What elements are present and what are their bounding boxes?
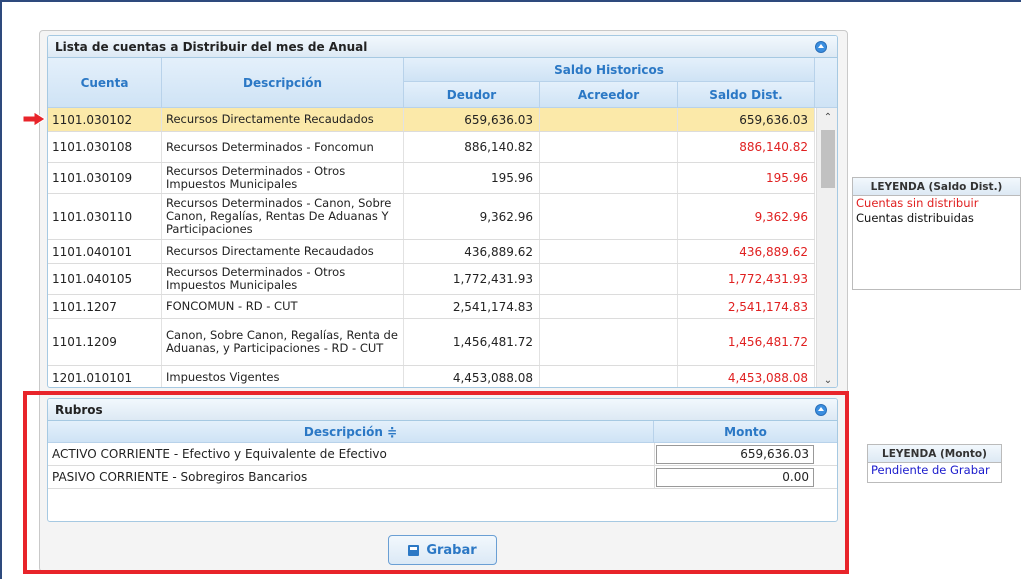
scroll-up-icon[interactable]: ⌃ bbox=[822, 112, 834, 124]
deudor-cell: 659,636.03 bbox=[404, 108, 540, 131]
descripcion-cell: Recursos Directamente Recaudados bbox=[162, 108, 404, 131]
acreedor-cell bbox=[540, 295, 678, 318]
cuentas-panel-title: Lista de cuentas a Distribuir del mes de… bbox=[55, 40, 368, 54]
cuenta-cell: 1201.010101 bbox=[48, 366, 162, 387]
annotation-highlight-box bbox=[23, 391, 849, 574]
acreedor-cell bbox=[540, 132, 678, 162]
descripcion-cell: Recursos Directamente Recaudados bbox=[162, 240, 404, 263]
saldo-dist-cell: 886,140.82 bbox=[678, 132, 815, 162]
col-header-deudor[interactable]: Deudor bbox=[404, 82, 540, 108]
descripcion-cell: Recursos Determinados - Canon, Sobre Can… bbox=[162, 194, 404, 239]
legend-item-sin-distribuir: Cuentas sin distribuir bbox=[856, 196, 979, 210]
legend-saldo-title: LEYENDA (Saldo Dist.) bbox=[853, 178, 1020, 196]
scrollbar-thumb[interactable] bbox=[821, 130, 835, 188]
saldo-dist-cell: 659,636.03 bbox=[678, 108, 815, 131]
cuenta-cell: 1101.040105 bbox=[48, 264, 162, 294]
legend-monto-title: LEYENDA (Monto) bbox=[868, 445, 1001, 463]
deudor-cell: 1,772,431.93 bbox=[404, 264, 540, 294]
deudor-cell: 1,456,481.72 bbox=[404, 319, 540, 365]
cuentas-panel: Lista de cuentas a Distribuir del mes de… bbox=[47, 35, 838, 388]
acreedor-cell bbox=[540, 240, 678, 263]
acreedor-cell bbox=[540, 264, 678, 294]
acreedor-cell bbox=[540, 108, 678, 131]
cuenta-cell: 1101.030110 bbox=[48, 194, 162, 239]
table-row[interactable]: 1101.030109 Recursos Determinados - Otro… bbox=[48, 163, 815, 194]
cuenta-cell: 1101.030102 bbox=[48, 108, 162, 131]
deudor-cell: 886,140.82 bbox=[404, 132, 540, 162]
table-row[interactable]: 1101.1207 FONCOMUN - RD - CUT 2,541,174.… bbox=[48, 295, 815, 319]
deudor-cell: 195.96 bbox=[404, 163, 540, 193]
acreedor-cell bbox=[540, 194, 678, 239]
table-row[interactable]: 1101.030102 Recursos Directamente Recaud… bbox=[48, 108, 815, 132]
cuenta-cell: 1101.030108 bbox=[48, 132, 162, 162]
cuenta-cell: 1101.1209 bbox=[48, 319, 162, 365]
table-row[interactable]: 1101.1209 Canon, Sobre Canon, Regalías, … bbox=[48, 319, 815, 366]
deudor-cell: 4,453,088.08 bbox=[404, 366, 540, 387]
saldo-dist-cell: 2,541,174.83 bbox=[678, 295, 815, 318]
saldo-dist-cell: 436,889.62 bbox=[678, 240, 815, 263]
selected-row-arrow-icon bbox=[22, 112, 46, 126]
table-row[interactable]: 1101.030110 Recursos Determinados - Cano… bbox=[48, 194, 815, 240]
saldo-dist-cell: 9,362.96 bbox=[678, 194, 815, 239]
deudor-cell: 9,362.96 bbox=[404, 194, 540, 239]
acreedor-cell bbox=[540, 163, 678, 193]
table-scrollbar[interactable]: ⌃ ⌄ bbox=[816, 108, 837, 387]
saldo-dist-cell: 1,456,481.72 bbox=[678, 319, 815, 365]
saldo-dist-cell: 4,453,088.08 bbox=[678, 366, 815, 387]
collapse-icon[interactable] bbox=[815, 41, 827, 53]
table-row[interactable]: 1101.040101 Recursos Directamente Recaud… bbox=[48, 240, 815, 264]
col-header-acreedor[interactable]: Acreedor bbox=[540, 82, 678, 108]
cuenta-cell: 1101.040101 bbox=[48, 240, 162, 263]
descripcion-cell: Canon, Sobre Canon, Regalías, Renta de A… bbox=[162, 319, 404, 365]
cuenta-cell: 1101.1207 bbox=[48, 295, 162, 318]
descripcion-cell: FONCOMUN - RD - CUT bbox=[162, 295, 404, 318]
deudor-cell: 2,541,174.83 bbox=[404, 295, 540, 318]
col-header-saldo-dist[interactable]: Saldo Dist. bbox=[678, 82, 815, 108]
legend-monto: LEYENDA (Monto) Pendiente de Grabar bbox=[867, 444, 1002, 483]
acreedor-cell bbox=[540, 366, 678, 387]
header-spacer bbox=[815, 58, 837, 108]
descripcion-cell: Recursos Determinados - Foncomun bbox=[162, 132, 404, 162]
legend-item-pendiente: Pendiente de Grabar bbox=[871, 463, 990, 477]
descripcion-cell: Recursos Determinados - Otros Impuestos … bbox=[162, 264, 404, 294]
table-row[interactable]: 1201.010101 Impuestos Vigentes 4,453,088… bbox=[48, 366, 815, 387]
col-header-descripcion[interactable]: Descripción bbox=[162, 58, 404, 108]
col-header-cuenta[interactable]: Cuenta bbox=[48, 58, 162, 108]
table-row[interactable]: 1101.030108 Recursos Determinados - Fonc… bbox=[48, 132, 815, 163]
cuentas-panel-header: Lista de cuentas a Distribuir del mes de… bbox=[48, 36, 837, 58]
scroll-down-icon[interactable]: ⌄ bbox=[822, 375, 834, 387]
descripcion-cell: Recursos Determinados - Otros Impuestos … bbox=[162, 163, 404, 193]
table-row[interactable]: 1101.040105 Recursos Determinados - Otro… bbox=[48, 264, 815, 295]
acreedor-cell bbox=[540, 319, 678, 365]
deudor-cell: 436,889.62 bbox=[404, 240, 540, 263]
saldo-dist-cell: 1,772,431.93 bbox=[678, 264, 815, 294]
cuenta-cell: 1101.030109 bbox=[48, 163, 162, 193]
descripcion-cell: Impuestos Vigentes bbox=[162, 366, 404, 387]
legend-saldo-dist: LEYENDA (Saldo Dist.) Cuentas sin distri… bbox=[852, 177, 1021, 290]
col-group-saldo-historicos: Saldo Historicos bbox=[404, 58, 815, 82]
saldo-dist-cell: 195.96 bbox=[678, 163, 815, 193]
legend-item-distribuidas: Cuentas distribuidas bbox=[856, 211, 974, 225]
